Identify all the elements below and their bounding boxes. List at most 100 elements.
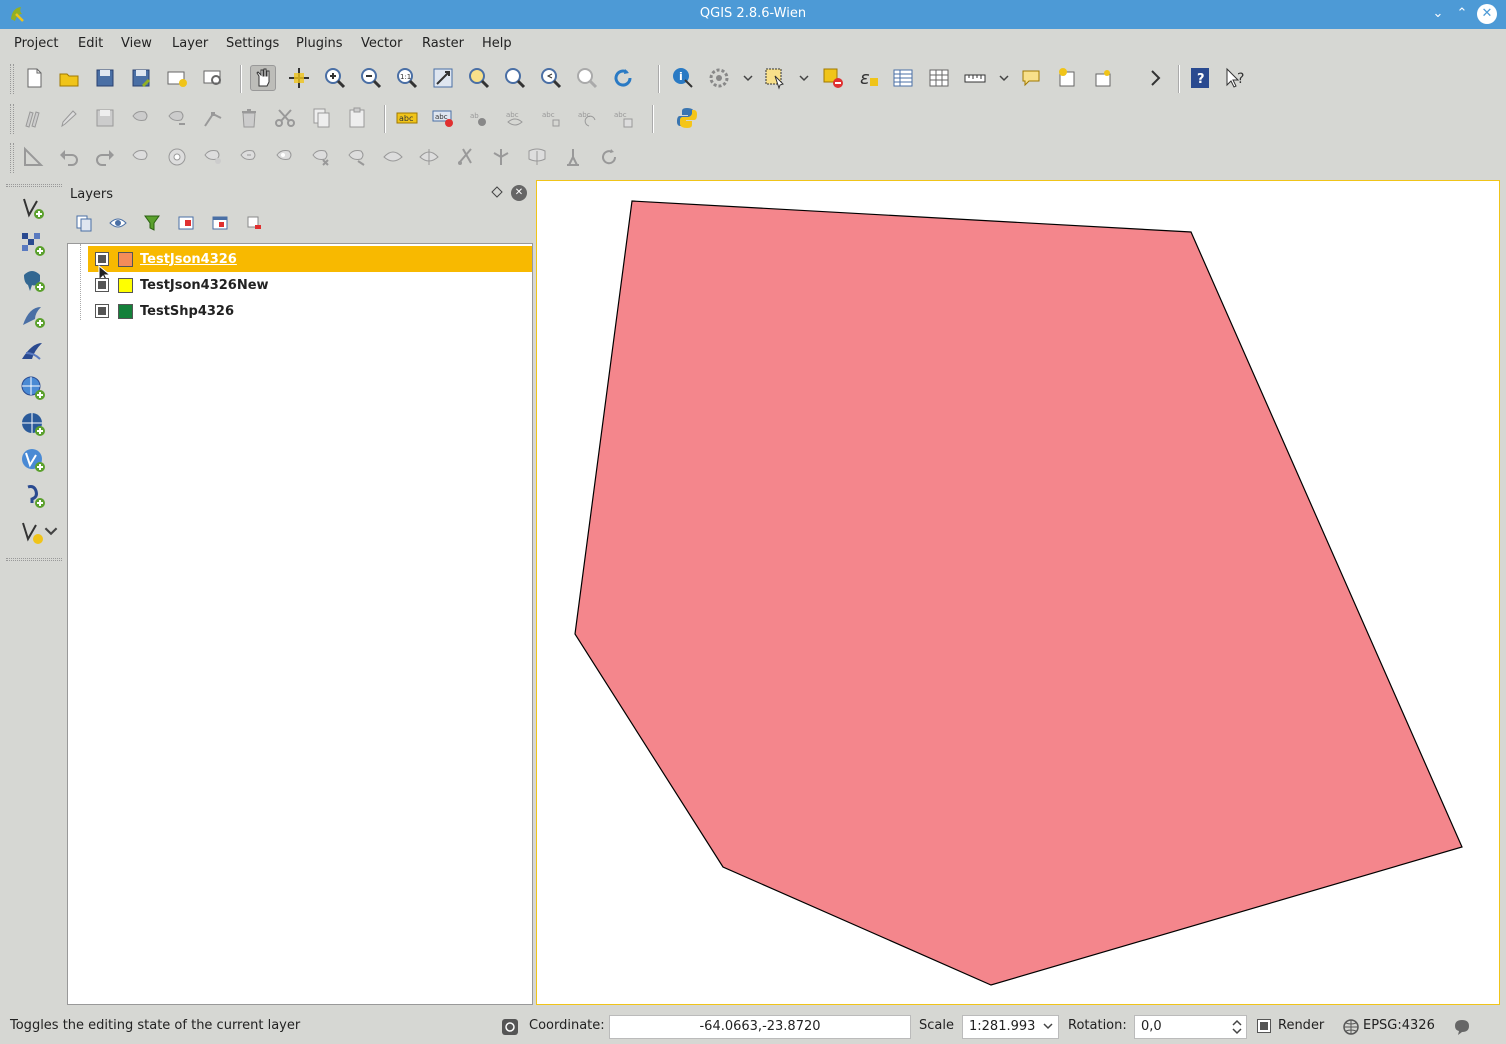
menu-plugins[interactable]: Plugins: [296, 36, 343, 51]
manage-visibility-icon[interactable]: [108, 213, 128, 233]
toolbar-handle[interactable]: [10, 64, 14, 94]
crs-label[interactable]: EPSG:4326: [1363, 1018, 1435, 1033]
refresh-icon[interactable]: [610, 65, 636, 91]
save-as-icon[interactable]: [128, 65, 154, 91]
delete-part-icon[interactable]: [308, 144, 334, 170]
zoom-native-icon[interactable]: 1:1: [394, 65, 420, 91]
menu-view[interactable]: View: [121, 36, 152, 51]
add-postgis-layer-icon[interactable]: [19, 266, 47, 294]
layer-visibility-checkbox[interactable]: [95, 278, 109, 292]
paste-features-icon[interactable]: [344, 105, 370, 131]
fill-ring-icon[interactable]: [236, 144, 262, 170]
expand-all-icon[interactable]: [176, 213, 196, 233]
rotate-point-symbols-icon[interactable]: [560, 144, 586, 170]
filter-legend-icon[interactable]: [142, 213, 162, 233]
rotation-spinbox[interactable]: 0,0: [1134, 1015, 1247, 1039]
help-contents-icon[interactable]: ?: [1187, 65, 1213, 91]
zoom-out-icon[interactable]: [358, 65, 384, 91]
split-features-icon[interactable]: [416, 144, 442, 170]
add-part-icon[interactable]: [200, 144, 226, 170]
layer-labeling-icon[interactable]: abc: [394, 105, 420, 131]
highlight-pinned-icon[interactable]: ab: [466, 105, 492, 131]
layer-row-testjson4326new[interactable]: TestJson4326New: [88, 272, 532, 298]
open-project-icon[interactable]: [56, 65, 82, 91]
message-log-icon[interactable]: [1453, 1018, 1471, 1036]
delete-selected-icon[interactable]: [236, 105, 262, 131]
add-ring-icon[interactable]: [164, 144, 190, 170]
merge-attributes-icon[interactable]: [524, 144, 550, 170]
open-layer-styling-icon[interactable]: [74, 213, 94, 233]
minimize-button[interactable]: ⌄: [1428, 4, 1448, 24]
show-bookmarks-icon[interactable]: [1090, 65, 1116, 91]
identify-features-icon[interactable]: i: [670, 65, 696, 91]
menu-edit[interactable]: Edit: [78, 36, 103, 51]
zoom-to-selection-icon[interactable]: [466, 65, 492, 91]
new-shapefile-layer-icon[interactable]: [19, 518, 47, 546]
copy-features-icon[interactable]: [308, 105, 334, 131]
offset-curve-icon[interactable]: [380, 144, 406, 170]
toolbar-handle[interactable]: [10, 143, 14, 173]
field-calculator-icon[interactable]: [926, 65, 952, 91]
move-label-icon[interactable]: abc: [538, 105, 564, 131]
toolbar-handle[interactable]: [10, 104, 14, 134]
delete-ring-icon[interactable]: [272, 144, 298, 170]
spin-arrows-icon[interactable]: [1232, 1019, 1242, 1035]
menu-raster[interactable]: Raster: [422, 36, 464, 51]
current-edits-icon[interactable]: [20, 105, 46, 131]
composer-manager-icon[interactable]: [200, 65, 226, 91]
layer-visibility-checkbox[interactable]: [95, 252, 109, 266]
new-project-icon[interactable]: [21, 65, 47, 91]
layer-visibility-checkbox[interactable]: [95, 304, 109, 318]
change-label-icon[interactable]: abc: [610, 105, 636, 131]
crs-globe-icon[interactable]: [1342, 1018, 1360, 1036]
attribute-table-icon[interactable]: [890, 65, 916, 91]
enable-snapping-icon[interactable]: [20, 144, 46, 170]
chevron-down-icon[interactable]: [799, 71, 809, 85]
redo-icon[interactable]: [92, 144, 118, 170]
rotate-label-icon[interactable]: abc: [574, 105, 600, 131]
close-panel-icon[interactable]: ✕: [511, 185, 527, 201]
pin-labels-icon[interactable]: abc: [430, 105, 456, 131]
add-spatialite-layer-icon[interactable]: [19, 302, 47, 330]
simplify-feature-icon[interactable]: [128, 144, 154, 170]
run-action-icon[interactable]: [706, 65, 732, 91]
menu-project[interactable]: Project: [14, 36, 58, 51]
add-delimited-text-layer-icon[interactable]: [19, 482, 47, 510]
remove-layer-icon[interactable]: [244, 213, 264, 233]
layer-row-testjson4326[interactable]: TestJson4326: [88, 246, 532, 283]
chevron-down-icon[interactable]: [44, 524, 58, 538]
chevron-right-icon[interactable]: [1142, 65, 1168, 91]
chevron-down-icon[interactable]: [743, 71, 753, 85]
measure-line-icon[interactable]: [962, 65, 988, 91]
pan-to-selection-icon[interactable]: [286, 65, 312, 91]
float-panel-icon[interactable]: [491, 186, 505, 200]
layer-row-testshp4326[interactable]: TestShp4326: [88, 298, 532, 324]
add-vector-layer-icon[interactable]: [19, 194, 47, 222]
add-wfs-layer-icon[interactable]: [19, 446, 47, 474]
reshape-features-icon[interactable]: [344, 144, 370, 170]
menu-vector[interactable]: Vector: [361, 36, 402, 51]
maximize-button[interactable]: ⌃: [1452, 4, 1472, 24]
chevron-down-icon[interactable]: [999, 71, 1009, 85]
coordinate-field[interactable]: -64.0663,-23.8720: [609, 1015, 911, 1039]
scale-combobox[interactable]: 1:281.993: [962, 1015, 1059, 1039]
node-tool-icon[interactable]: [200, 105, 226, 131]
add-wcs-layer-icon[interactable]: [19, 410, 47, 438]
whats-this-icon[interactable]: ?: [1222, 65, 1248, 91]
menu-help[interactable]: Help: [482, 36, 512, 51]
render-checkbox[interactable]: [1257, 1019, 1271, 1033]
add-wms-layer-icon[interactable]: [19, 374, 47, 402]
deselect-features-icon[interactable]: [820, 65, 846, 91]
new-print-composer-icon[interactable]: [164, 65, 190, 91]
save-project-icon[interactable]: [92, 65, 118, 91]
map-tips-icon[interactable]: [1018, 65, 1044, 91]
select-features-icon[interactable]: [762, 65, 788, 91]
undo-icon[interactable]: [56, 144, 82, 170]
zoom-full-icon[interactable]: [430, 65, 456, 91]
toggle-editing-icon[interactable]: [56, 105, 82, 131]
move-feature-icon[interactable]: [164, 105, 190, 131]
rotate-feature-icon[interactable]: [596, 144, 622, 170]
merge-features-icon[interactable]: [488, 144, 514, 170]
new-bookmark-icon[interactable]: [1054, 65, 1080, 91]
zoom-in-icon[interactable]: [322, 65, 348, 91]
